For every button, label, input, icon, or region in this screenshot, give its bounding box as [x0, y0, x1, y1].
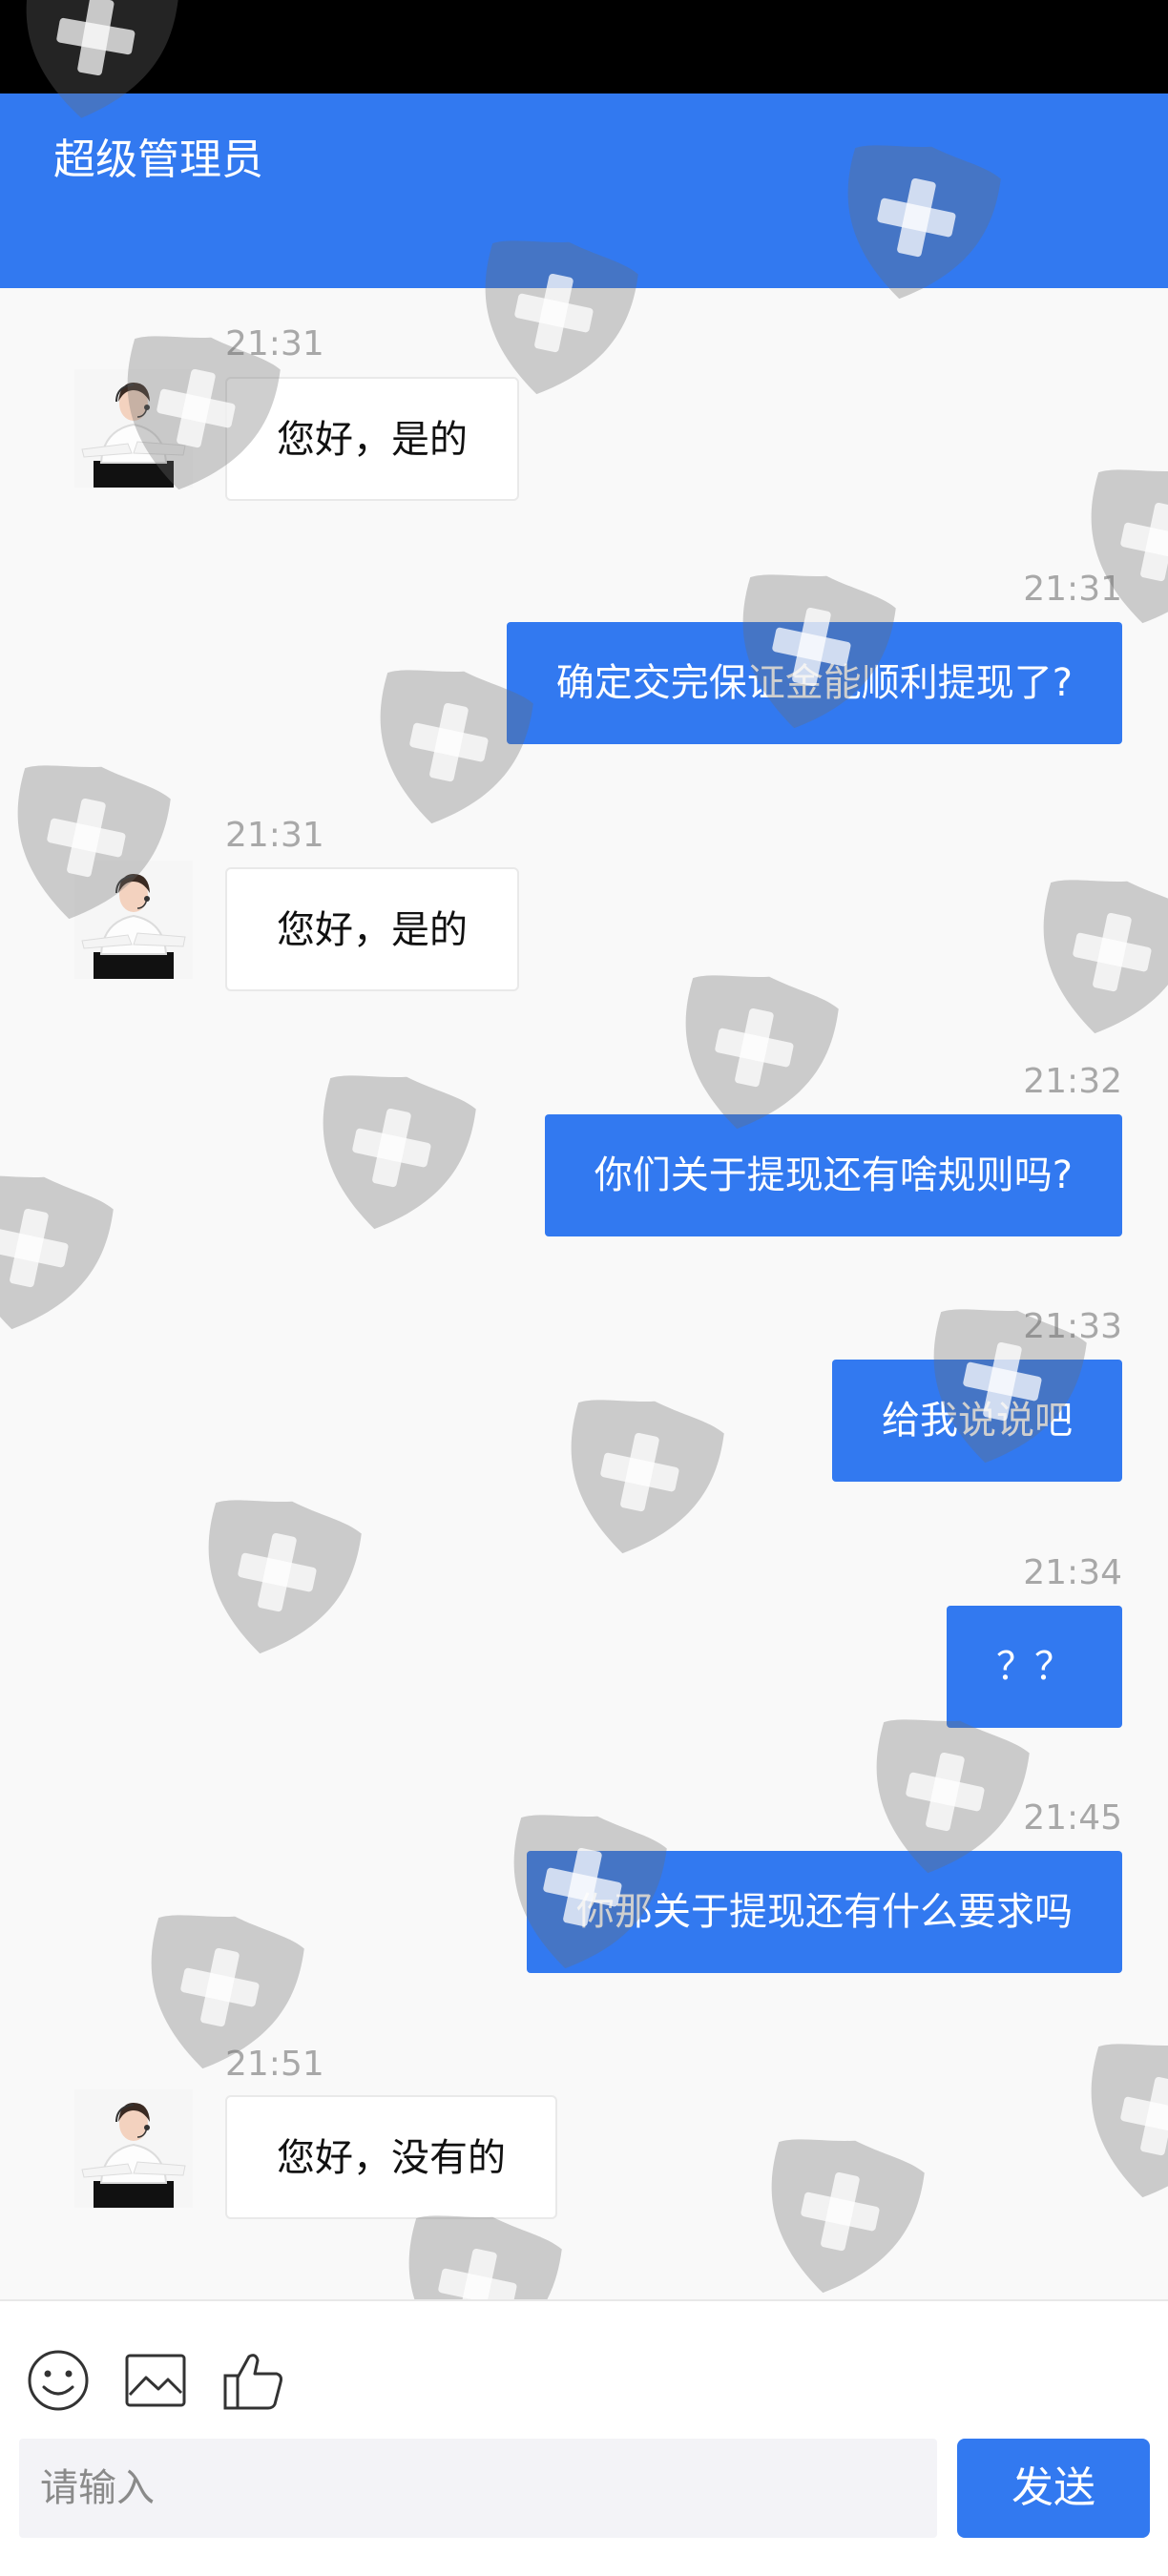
message-time: 21:51 [225, 2045, 324, 2084]
message-time: 21:33 [1023, 1307, 1122, 1346]
message-bubble-outgoing[interactable]: 你那关于提现还有什么要求吗 [527, 1851, 1122, 1973]
message-bubble-outgoing[interactable]: 你们关于提现还有啥规则吗? [544, 1114, 1122, 1236]
message-bubble-outgoing[interactable]: 给我说说吧 [832, 1360, 1122, 1482]
chat-header [0, 93, 1168, 288]
agent-avatar-icon [81, 383, 186, 488]
message-list[interactable]: 21:31 您好，是的 21:31 确定交完保证金能顺利提现了? 21:31 您… [0, 288, 1168, 2299]
send-button[interactable]: 发送 [957, 2439, 1150, 2538]
message-time: 21:31 [1023, 570, 1122, 609]
message-bubble-outgoing[interactable]: 确定交完保证金能顺利提现了? [506, 622, 1122, 744]
message-time: 21:45 [1023, 1798, 1122, 1838]
image-icon[interactable] [122, 2347, 189, 2414]
agent-avatar[interactable] [74, 861, 193, 979]
message-input[interactable] [19, 2439, 937, 2538]
emoji-icon[interactable] [25, 2347, 92, 2414]
agent-avatar[interactable] [74, 2089, 193, 2208]
message-bubble-outgoing[interactable]: ？？ [947, 1606, 1122, 1728]
agent-avatar-icon [81, 874, 186, 979]
message-time: 21:31 [225, 324, 324, 364]
message-time: 21:32 [1023, 1062, 1122, 1101]
composer: 发送 [0, 2299, 1168, 2576]
thumbs-up-icon[interactable] [219, 2347, 286, 2414]
page-title: 超级管理员 [53, 135, 263, 184]
status-bar [0, 0, 1168, 93]
message-time: 21:34 [1023, 1553, 1122, 1592]
message-bubble-incoming[interactable]: 您好，没有的 [225, 2095, 557, 2219]
message-bubble-incoming[interactable]: 您好，是的 [225, 377, 519, 501]
message-time: 21:31 [225, 816, 324, 855]
agent-avatar[interactable] [74, 369, 193, 488]
message-bubble-incoming[interactable]: 您好，是的 [225, 867, 519, 991]
agent-avatar-icon [81, 2103, 186, 2208]
